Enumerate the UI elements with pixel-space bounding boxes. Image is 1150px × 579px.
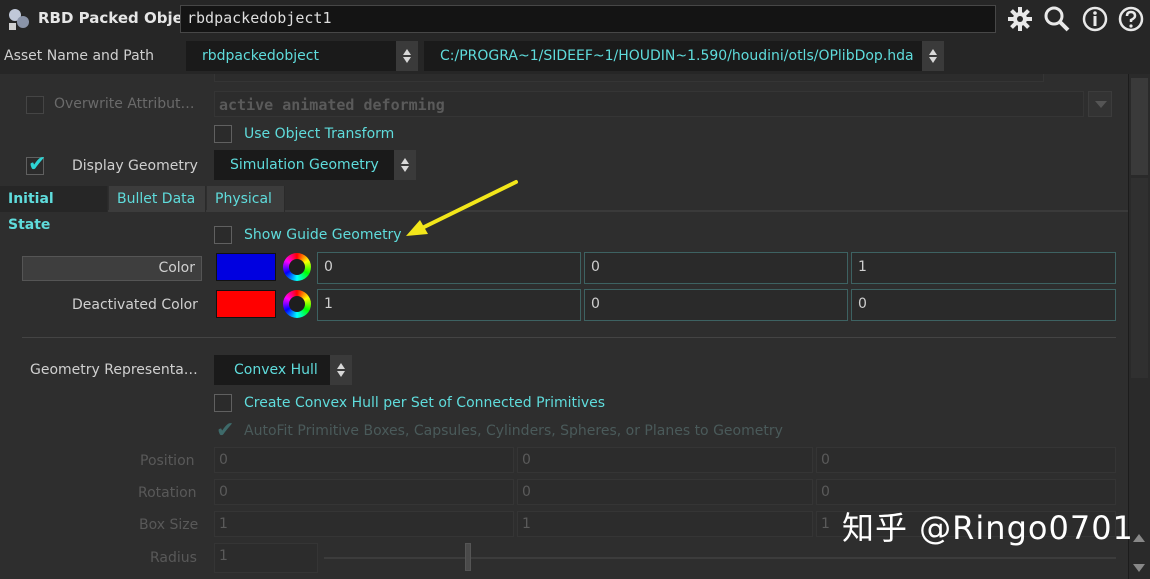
- deactivated-color-label: Deactivated Color: [72, 297, 198, 313]
- search-icon[interactable]: [1043, 5, 1071, 33]
- watermark-text: 知乎 @Ringo0701: [842, 509, 1134, 547]
- autofit-label: AutoFit Primitive Boxes, Capsules, Cylin…: [244, 423, 783, 439]
- separator: [22, 337, 1116, 338]
- color-r-field[interactable]: 0: [317, 252, 581, 284]
- asset-path-value: C:/PROGRA~1/SIDEEF~1/HOUDIN~1.590/houdin…: [440, 48, 914, 64]
- geometry-representation-label: Geometry Representa…: [30, 362, 198, 378]
- rotation-x-field[interactable]: 0: [214, 479, 514, 505]
- geometry-representation-value: Convex Hull: [234, 362, 318, 378]
- tab-physical[interactable]: Physical: [207, 186, 285, 212]
- box-size-x-field[interactable]: 1: [214, 511, 514, 537]
- asset-path-dropdown[interactable]: C:/PROGRA~1/SIDEEF~1/HOUDIN~1.590/houdin…: [424, 41, 944, 71]
- deactivated-color-swatch[interactable]: [216, 290, 276, 318]
- rbd-node-icon: [9, 9, 29, 30]
- chevron-down-icon[interactable]: [1088, 91, 1112, 117]
- scrollbar-thumb[interactable]: [1131, 78, 1148, 175]
- position-x-field[interactable]: 0: [214, 447, 514, 473]
- color-swatch[interactable]: [216, 253, 276, 281]
- deactivated-color-r-field[interactable]: 1: [317, 289, 581, 321]
- hidden-field: [214, 74, 1044, 82]
- overwrite-attribute-label: Overwrite Attribut…: [54, 96, 195, 112]
- color-label-button[interactable]: Color: [22, 256, 202, 281]
- dropdown-arrows-icon[interactable]: [922, 41, 944, 71]
- rotation-y-field[interactable]: 0: [517, 479, 813, 505]
- show-guide-geometry-checkbox[interactable]: [214, 226, 232, 244]
- asset-name-value: rbdpackedobject: [202, 48, 319, 64]
- node-header: RBD Packed Object rbdpackedobject1: [0, 0, 1150, 38]
- deactivated-color-g-field[interactable]: 0: [584, 289, 848, 321]
- deactivated-color-b-field[interactable]: 0: [851, 289, 1116, 321]
- rotation-z-field[interactable]: 0: [816, 479, 1116, 505]
- color-b-field[interactable]: 1: [851, 252, 1116, 284]
- position-z-field[interactable]: 0: [816, 447, 1116, 473]
- overwrite-attribute-field[interactable]: active animated deforming: [214, 91, 1084, 117]
- asset-name-path-label: Asset Name and Path: [4, 48, 155, 64]
- rotation-label: Rotation: [138, 485, 197, 501]
- tab-bar: Initial State Bullet Data Physical: [0, 186, 1128, 233]
- overwrite-attribute-checkbox[interactable]: [26, 96, 44, 114]
- scroll-down-icon[interactable]: [1133, 564, 1145, 572]
- annotation-arrow-icon: [406, 180, 518, 236]
- color-label: Color: [158, 260, 195, 276]
- node-name-field[interactable]: rbdpackedobject1: [180, 5, 996, 33]
- position-y-field[interactable]: 0: [517, 447, 813, 473]
- autofit-checkmark-icon[interactable]: ✔: [216, 420, 234, 442]
- radius-field[interactable]: 1: [214, 543, 318, 573]
- use-object-transform-label: Use Object Transform: [244, 126, 395, 142]
- radius-slider-handle[interactable]: [465, 543, 471, 571]
- radius-label: Radius: [150, 550, 197, 566]
- box-size-label: Box Size: [139, 517, 199, 533]
- color-wheel-icon[interactable]: [283, 290, 311, 318]
- box-size-y-field[interactable]: 1: [517, 511, 813, 537]
- use-object-transform-checkbox[interactable]: [214, 125, 232, 143]
- asset-row: Asset Name and Path rbdpackedobject C:/P…: [0, 38, 1150, 74]
- display-geometry-dropdown[interactable]: Simulation Geometry: [214, 150, 416, 180]
- dropdown-arrows-icon[interactable]: [330, 355, 352, 385]
- show-guide-geometry-label: Show Guide Geometry: [244, 227, 402, 243]
- node-type-label: RBD Packed Object: [38, 9, 199, 27]
- tab-initial-state[interactable]: Initial State: [0, 186, 108, 233]
- help-icon[interactable]: [1117, 5, 1145, 33]
- asset-name-dropdown[interactable]: rbdpackedobject: [186, 41, 418, 71]
- color-g-field[interactable]: 0: [584, 252, 848, 284]
- info-icon[interactable]: [1081, 5, 1109, 33]
- geometry-representation-dropdown[interactable]: Convex Hull: [214, 355, 352, 385]
- tab-bullet-data[interactable]: Bullet Data: [109, 186, 206, 212]
- position-label: Position: [140, 453, 195, 469]
- display-geometry-value: Simulation Geometry: [230, 157, 379, 173]
- color-wheel-icon[interactable]: [283, 253, 311, 281]
- checkmark-icon: ✔: [28, 152, 47, 177]
- dropdown-arrows-icon[interactable]: [394, 150, 416, 180]
- display-geometry-checkbox[interactable]: ✔: [26, 152, 47, 177]
- scroll-up-icon[interactable]: [1133, 534, 1145, 542]
- convex-hull-per-set-label: Create Convex Hull per Set of Connected …: [244, 395, 606, 411]
- scrollbar-track[interactable]: [1131, 178, 1148, 378]
- radius-slider-track[interactable]: [324, 557, 1116, 559]
- display-geometry-label: Display Geometry: [72, 158, 198, 174]
- dropdown-arrows-icon[interactable]: [396, 41, 418, 71]
- gear-icon[interactable]: [1006, 5, 1034, 33]
- convex-hull-per-set-checkbox[interactable]: [214, 394, 232, 412]
